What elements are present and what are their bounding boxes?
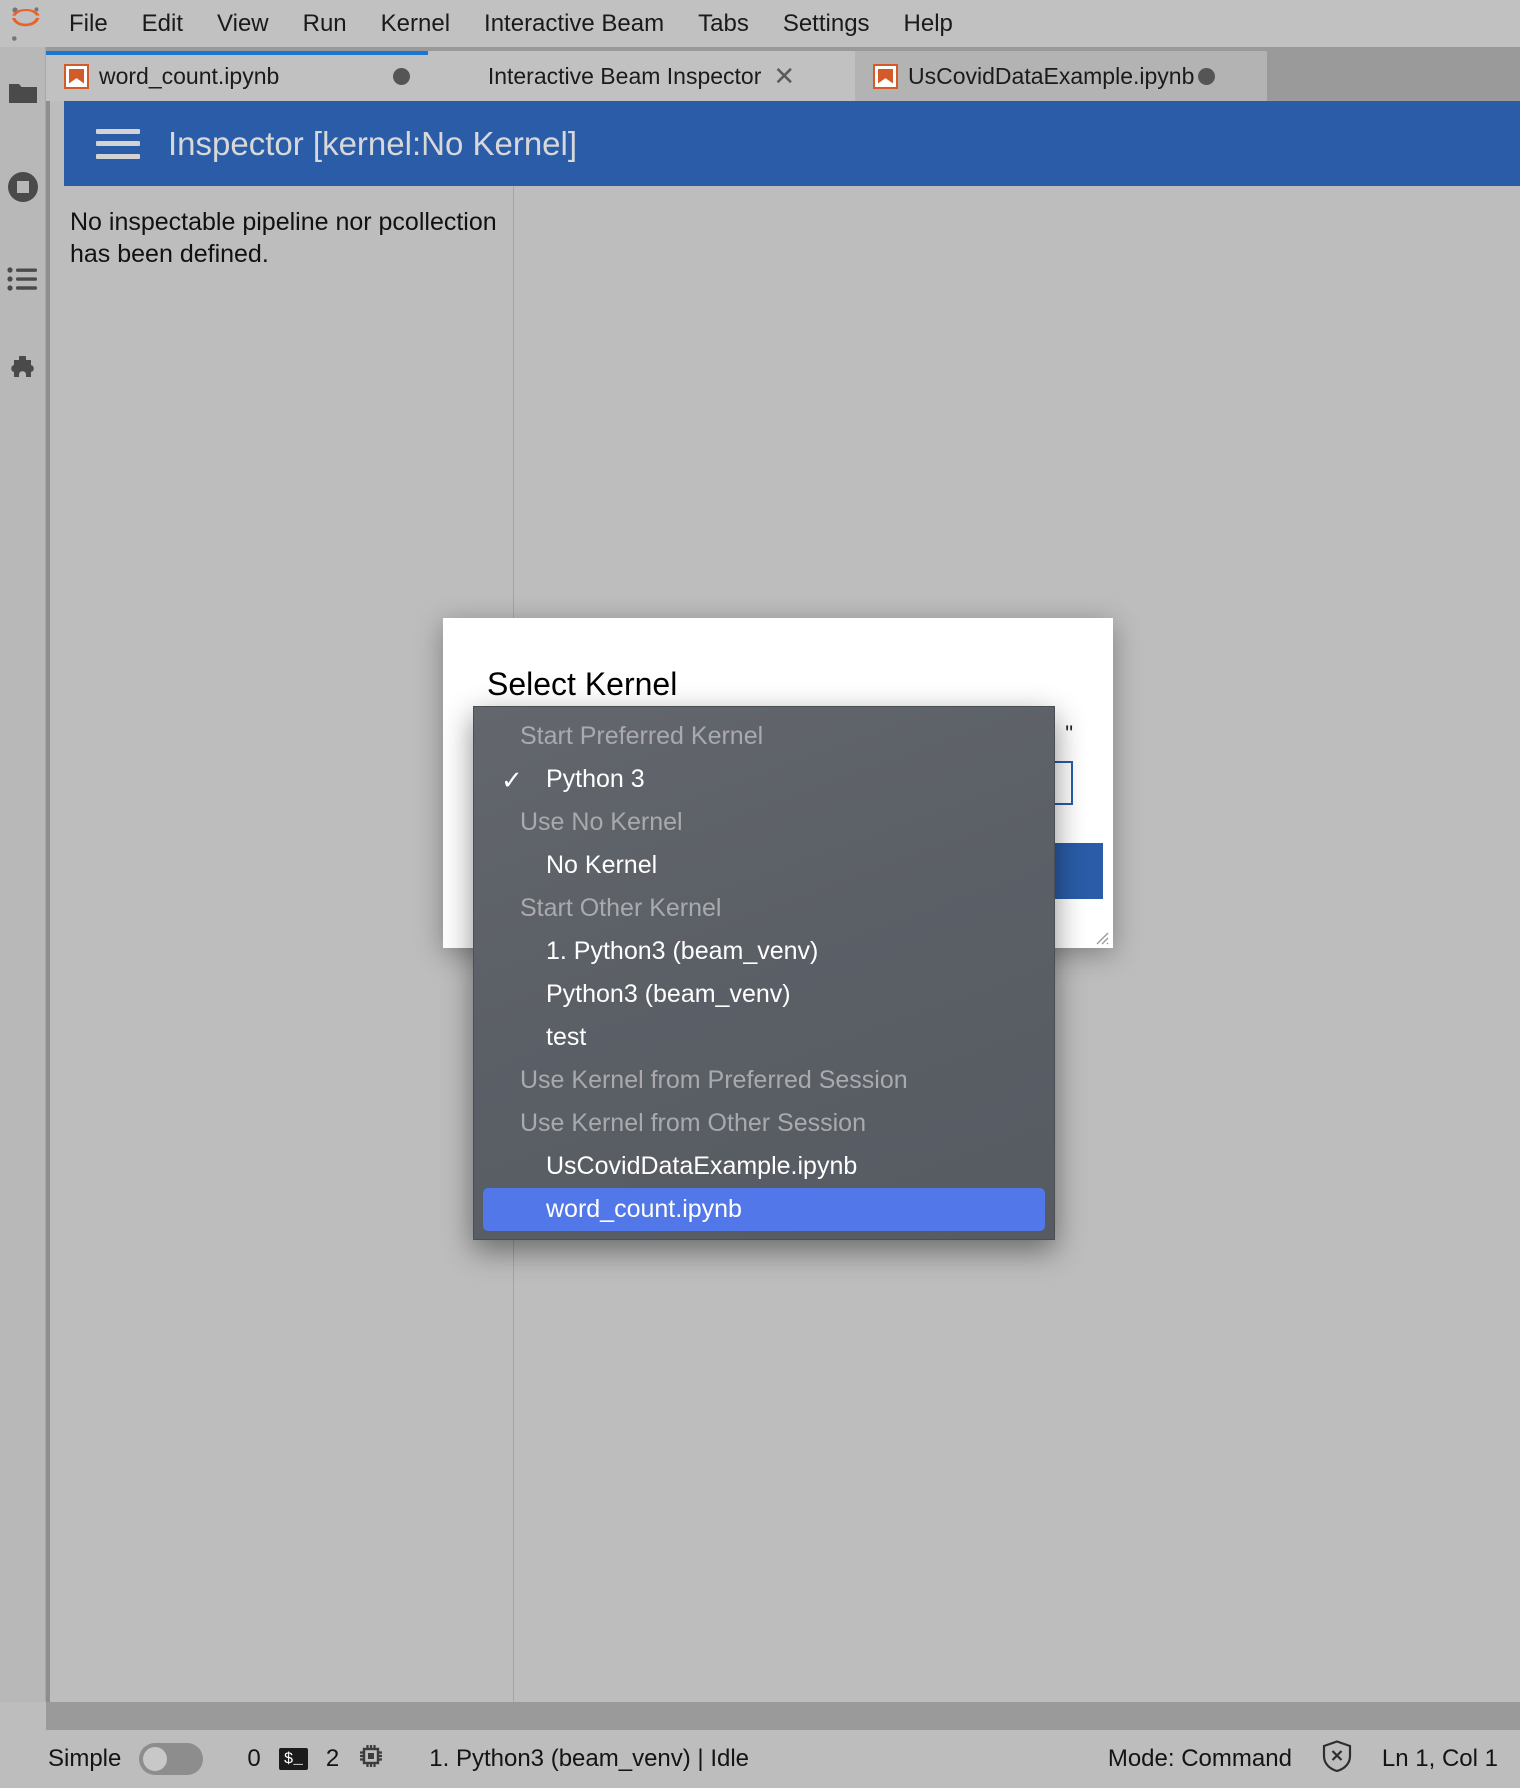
page-title: Inspector [kernel:No Kernel]	[168, 124, 578, 162]
menu-interactive-beam[interactable]: Interactive Beam	[467, 0, 681, 47]
resize-grip-icon[interactable]	[1091, 927, 1109, 945]
dialog-title: Select Kernel	[487, 666, 678, 702]
menu-settings[interactable]: Settings	[766, 0, 887, 47]
kernel-item-python-3[interactable]: ✓ Python 3	[474, 758, 1054, 801]
editor-mode-label: Mode: Command	[1107, 1745, 1292, 1772]
menu-file[interactable]: File	[52, 0, 125, 47]
chip-icon[interactable]	[357, 1742, 385, 1777]
menu-bar: File Edit View Run Kernel Interactive Be…	[0, 0, 1520, 47]
kernel-item-python3-beam-venv[interactable]: Python3 (beam_venv)	[474, 973, 1054, 1016]
kernel-group-preferred-session: Use Kernel from Preferred Session	[520, 1066, 908, 1094]
activity-bar	[0, 47, 46, 1702]
kernel-item-label: 1. Python3 (beam_venv)	[546, 937, 819, 965]
kernel-group-start-other: Start Other Kernel	[520, 894, 722, 922]
notebook-icon	[873, 63, 898, 89]
command-list-icon	[7, 266, 39, 297]
jupyter-logo-icon	[0, 0, 52, 47]
menu-view[interactable]: View	[200, 0, 286, 47]
kernel-item-word-count[interactable]: word_count.ipynb	[483, 1188, 1045, 1231]
cursor-position: Ln 1, Col 1	[1381, 1745, 1498, 1772]
sidebar-item-extensions[interactable]	[0, 327, 46, 419]
puzzle-icon	[7, 353, 39, 391]
empty-state-message: No inspectable pipeline nor pcollection …	[70, 208, 497, 268]
panel-bottom-filler	[46, 1702, 1520, 1730]
kernel-item-test[interactable]: test	[474, 1016, 1054, 1059]
dirty-indicator-icon[interactable]	[1198, 67, 1216, 85]
kernel-item-1-python3-beam-venv[interactable]: 1. Python3 (beam_venv)	[474, 930, 1054, 973]
terminal-count: 0	[247, 1745, 261, 1772]
status-right-group: Mode: Command Ln 1, Col 1	[1107, 1739, 1520, 1779]
kernel-item-label: test	[546, 1023, 587, 1051]
kernel-item-uscoviddataexample[interactable]: UsCovidDataExample.ipynb	[474, 1145, 1054, 1188]
menu-edit[interactable]: Edit	[125, 0, 200, 47]
sidebar-item-file-browser[interactable]	[0, 47, 46, 143]
terminal-icon[interactable]: $_	[278, 1748, 308, 1770]
tab-label: Interactive Beam Inspector	[487, 62, 762, 89]
kernel-item-label: UsCovidDataExample.ipynb	[546, 1152, 858, 1180]
simple-mode-toggle[interactable]	[139, 1743, 204, 1775]
shield-x-icon[interactable]	[1322, 1739, 1352, 1779]
menu-help[interactable]: Help	[887, 0, 970, 47]
check-icon: ✓	[501, 764, 523, 795]
dirty-indicator-icon[interactable]	[393, 67, 410, 85]
menu-kernel[interactable]: Kernel	[364, 0, 467, 47]
tab-label: word_count.ipynb	[99, 62, 280, 89]
tab-uscoviddataexample[interactable]: UsCovidDataExample.ipynb	[855, 51, 1267, 101]
tab-interactive-beam-inspector[interactable]: Interactive Beam Inspector ✕	[428, 51, 855, 101]
inspector-header: Inspector [kernel:No Kernel]	[64, 101, 1520, 186]
kernel-status-text[interactable]: 1. Python3 (beam_venv) | Idle	[429, 1745, 749, 1773]
kernel-item-no-kernel[interactable]: No Kernel	[474, 844, 1054, 887]
kernel-group-use-no-kernel: Use No Kernel	[520, 808, 683, 836]
folder-icon	[8, 80, 38, 111]
kernel-group-start-preferred: Start Preferred Kernel	[520, 722, 764, 750]
status-left-group: Simple 0 $_ 2 1. Python3 (beam_venv) | I…	[0, 1742, 749, 1777]
kernel-item-label: Python3 (beam_venv)	[546, 980, 791, 1008]
tab-word-count[interactable]: word_count.ipynb	[46, 51, 428, 101]
simple-mode-label: Simple	[48, 1745, 122, 1772]
status-bar: Simple 0 $_ 2 1. Python3 (beam_venv) | I…	[0, 1730, 1520, 1788]
kernel-item-label: word_count.ipynb	[546, 1195, 742, 1223]
kernel-item-label: No Kernel	[546, 851, 658, 879]
menu-tabs[interactable]: Tabs	[681, 0, 766, 47]
running-stop-icon	[7, 171, 39, 208]
close-icon[interactable]: ✕	[773, 63, 795, 89]
kernel-dropdown-menu: Start Preferred Kernel ✓ Python 3 Use No…	[473, 706, 1055, 1240]
kernel-item-label: Python 3	[546, 765, 645, 793]
notebook-icon	[64, 63, 89, 89]
hamburger-icon[interactable]	[96, 128, 140, 159]
tab-label: UsCovidDataExample.ipynb	[908, 62, 1195, 89]
kernel-count: 2	[325, 1745, 340, 1772]
tab-bar: word_count.ipynb Interactive Beam Inspec…	[46, 47, 1520, 101]
menu-run[interactable]: Run	[286, 0, 364, 47]
sidebar-item-commands[interactable]	[0, 235, 46, 327]
kernel-group-other-session: Use Kernel from Other Session	[520, 1109, 866, 1137]
sidebar-item-running[interactable]	[0, 143, 46, 235]
